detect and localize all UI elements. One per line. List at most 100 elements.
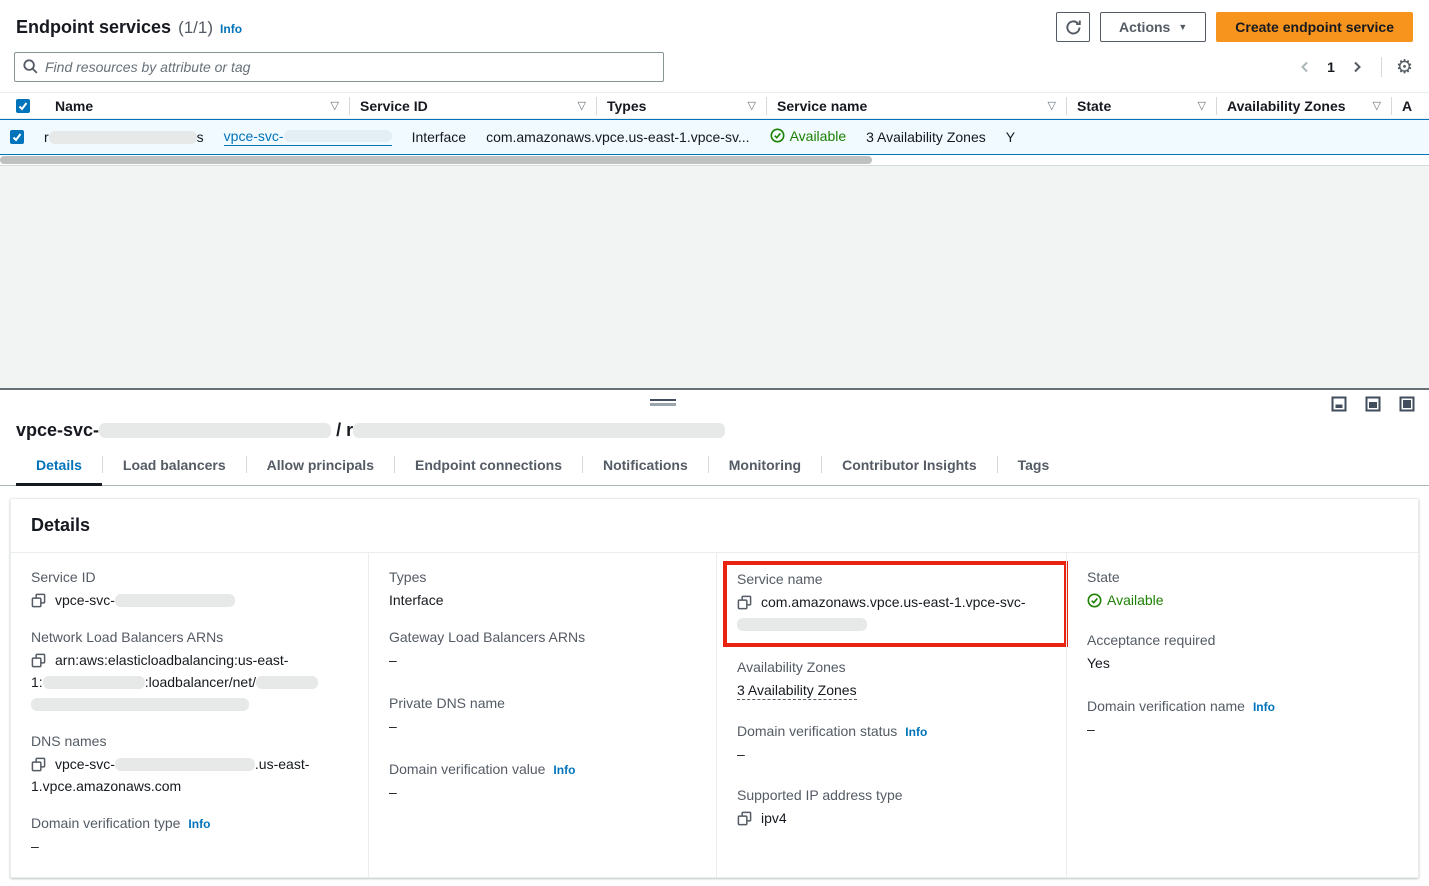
tab-allow-principals[interactable]: Allow principals xyxy=(247,449,394,486)
sort-icon[interactable]: ▽ xyxy=(748,99,756,112)
create-endpoint-service-button[interactable]: Create endpoint service xyxy=(1216,12,1413,42)
field-acceptance-required: Acceptance required Yes xyxy=(1087,632,1398,674)
caret-down-icon: ▼ xyxy=(1178,22,1187,32)
previous-page-button[interactable] xyxy=(1295,57,1315,77)
redacted-text xyxy=(115,758,255,771)
table-toolbar: 1 ⚙ xyxy=(0,46,1429,92)
tab-endpoint-connections[interactable]: Endpoint connections xyxy=(395,449,582,486)
redacted-text xyxy=(43,676,145,689)
endpoint-services-panel: Endpoint services (1/1) Info Actions ▼ C… xyxy=(0,0,1429,166)
title-info-link[interactable]: Info xyxy=(220,22,242,36)
page-header: Endpoint services (1/1) Info Actions ▼ C… xyxy=(0,0,1429,46)
tab-monitoring[interactable]: Monitoring xyxy=(709,449,821,486)
cell-types: Interface xyxy=(402,129,476,145)
redacted-text xyxy=(737,618,867,631)
panel-size-full-icon[interactable] xyxy=(1399,396,1415,412)
tab-load-balancers[interactable]: Load balancers xyxy=(103,449,246,486)
checkbox-check-icon xyxy=(18,101,28,111)
checkbox-check-icon xyxy=(12,132,22,142)
endpoint-services-table: Name ▽ Service ID ▽ Types ▽ Service name… xyxy=(0,92,1429,155)
column-header-acceptance-partial[interactable]: A xyxy=(1392,97,1429,115)
info-link[interactable]: Info xyxy=(1253,700,1275,714)
tab-contributor-insights[interactable]: Contributor Insights xyxy=(822,449,997,486)
details-card-title: Details xyxy=(11,499,1418,553)
result-count: (1/1) xyxy=(178,18,213,38)
sort-icon[interactable]: ▽ xyxy=(1048,99,1056,112)
column-header-service-name[interactable]: Service name ▽ xyxy=(767,97,1067,115)
tab-details[interactable]: Details xyxy=(16,449,102,486)
field-private-dns-name: Private DNS name – xyxy=(389,695,696,737)
panel-size-small-icon[interactable] xyxy=(1331,396,1347,412)
status-available-icon xyxy=(1087,593,1102,608)
copy-icon[interactable] xyxy=(31,757,46,772)
field-state: State Available xyxy=(1087,569,1398,614)
page-title: Endpoint services xyxy=(16,17,171,38)
empty-table-area xyxy=(0,166,1429,388)
redacted-text xyxy=(99,423,331,438)
field-domain-verification-value: Domain verification value Info – xyxy=(389,761,696,803)
refresh-icon xyxy=(1065,19,1082,36)
redacted-text xyxy=(49,131,197,144)
field-availability-zones: Availability Zones 3 Availability Zones xyxy=(737,659,1046,701)
copy-icon[interactable] xyxy=(737,811,752,826)
select-all-checkbox[interactable] xyxy=(16,99,30,113)
horizontal-scrollbar-thumb[interactable] xyxy=(0,156,872,164)
sort-icon[interactable]: ▽ xyxy=(1198,99,1206,112)
table-header-row: Name ▽ Service ID ▽ Types ▽ Service name… xyxy=(0,92,1429,119)
service-id-link[interactable]: vpce-svc- xyxy=(224,128,392,146)
copy-icon[interactable] xyxy=(737,595,752,610)
tab-tags[interactable]: Tags xyxy=(998,449,1070,486)
redacted-text xyxy=(256,676,318,689)
actions-button-label: Actions xyxy=(1119,19,1170,35)
column-header-types[interactable]: Types ▽ xyxy=(597,97,767,115)
next-page-button[interactable] xyxy=(1347,57,1367,77)
refresh-button[interactable] xyxy=(1056,12,1090,42)
availability-zones-popover-link[interactable]: 3 Availability Zones xyxy=(866,129,986,145)
sort-icon[interactable]: ▽ xyxy=(1373,99,1381,112)
horizontal-scrollbar xyxy=(0,155,1429,165)
split-panel-drag-handle[interactable] xyxy=(650,399,676,406)
selected-resource-title: vpce-svc- / r xyxy=(0,418,1429,449)
field-service-id: Service ID vpce-svc- xyxy=(31,569,348,611)
search-box xyxy=(14,52,664,82)
field-domain-verification-status: Domain verification status Info – xyxy=(737,723,1046,765)
panel-size-medium-icon[interactable] xyxy=(1365,396,1381,412)
column-header-service-id[interactable]: Service ID ▽ xyxy=(350,97,597,115)
field-service-name: Service name com.amazonaws.vpce.us-east-… xyxy=(737,571,1054,635)
copy-icon[interactable] xyxy=(31,653,46,668)
info-link[interactable]: Info xyxy=(905,725,927,739)
preferences-gear-icon[interactable]: ⚙ xyxy=(1396,58,1413,77)
column-header-state[interactable]: State ▽ xyxy=(1067,97,1217,115)
redacted-text xyxy=(284,130,392,142)
cell-availability-zones: 3 Availability Zones xyxy=(856,129,996,145)
redacted-text xyxy=(31,698,249,711)
field-supported-ip-address-type: Supported IP address type ipv4 xyxy=(737,787,1046,829)
copy-icon[interactable] xyxy=(31,593,46,608)
column-header-name[interactable]: Name ▽ xyxy=(45,97,350,115)
redacted-text xyxy=(353,423,725,438)
column-header-availability-zones[interactable]: Availability Zones ▽ xyxy=(1217,97,1392,115)
cell-service-id: vpce-svc- xyxy=(214,128,402,146)
availability-zones-popover-link[interactable]: 3 Availability Zones xyxy=(737,682,857,700)
info-link[interactable]: Info xyxy=(188,817,210,831)
status-available-icon xyxy=(770,128,785,143)
current-page-number: 1 xyxy=(1327,59,1335,75)
search-icon xyxy=(22,58,39,75)
cell-acceptance-partial: Y xyxy=(996,129,1025,145)
tab-notifications[interactable]: Notifications xyxy=(583,449,708,486)
field-types: Types Interface xyxy=(389,569,696,611)
field-glb-arns: Gateway Load Balancers ARNs – xyxy=(389,629,696,671)
search-input[interactable] xyxy=(14,52,664,82)
table-row[interactable]: rs vpce-svc- Interface com.amazonaws.vpc… xyxy=(0,119,1429,155)
field-domain-verification-type: Domain verification type Info – xyxy=(31,815,348,857)
actions-button[interactable]: Actions ▼ xyxy=(1100,12,1206,42)
info-link[interactable]: Info xyxy=(553,763,575,777)
redacted-text xyxy=(115,594,235,607)
row-checkbox[interactable] xyxy=(10,130,24,144)
service-name-highlight-box: Service name com.amazonaws.vpce.us-east-… xyxy=(723,561,1068,647)
sort-icon[interactable]: ▽ xyxy=(331,99,339,112)
sort-icon[interactable]: ▽ xyxy=(578,99,586,112)
field-domain-verification-name: Domain verification name Info – xyxy=(1087,698,1398,740)
detail-tabs: Details Load balancers Allow principals … xyxy=(0,449,1429,486)
cell-service-name: com.amazonaws.vpce.us-east-1.vpce-sv... xyxy=(476,129,760,145)
